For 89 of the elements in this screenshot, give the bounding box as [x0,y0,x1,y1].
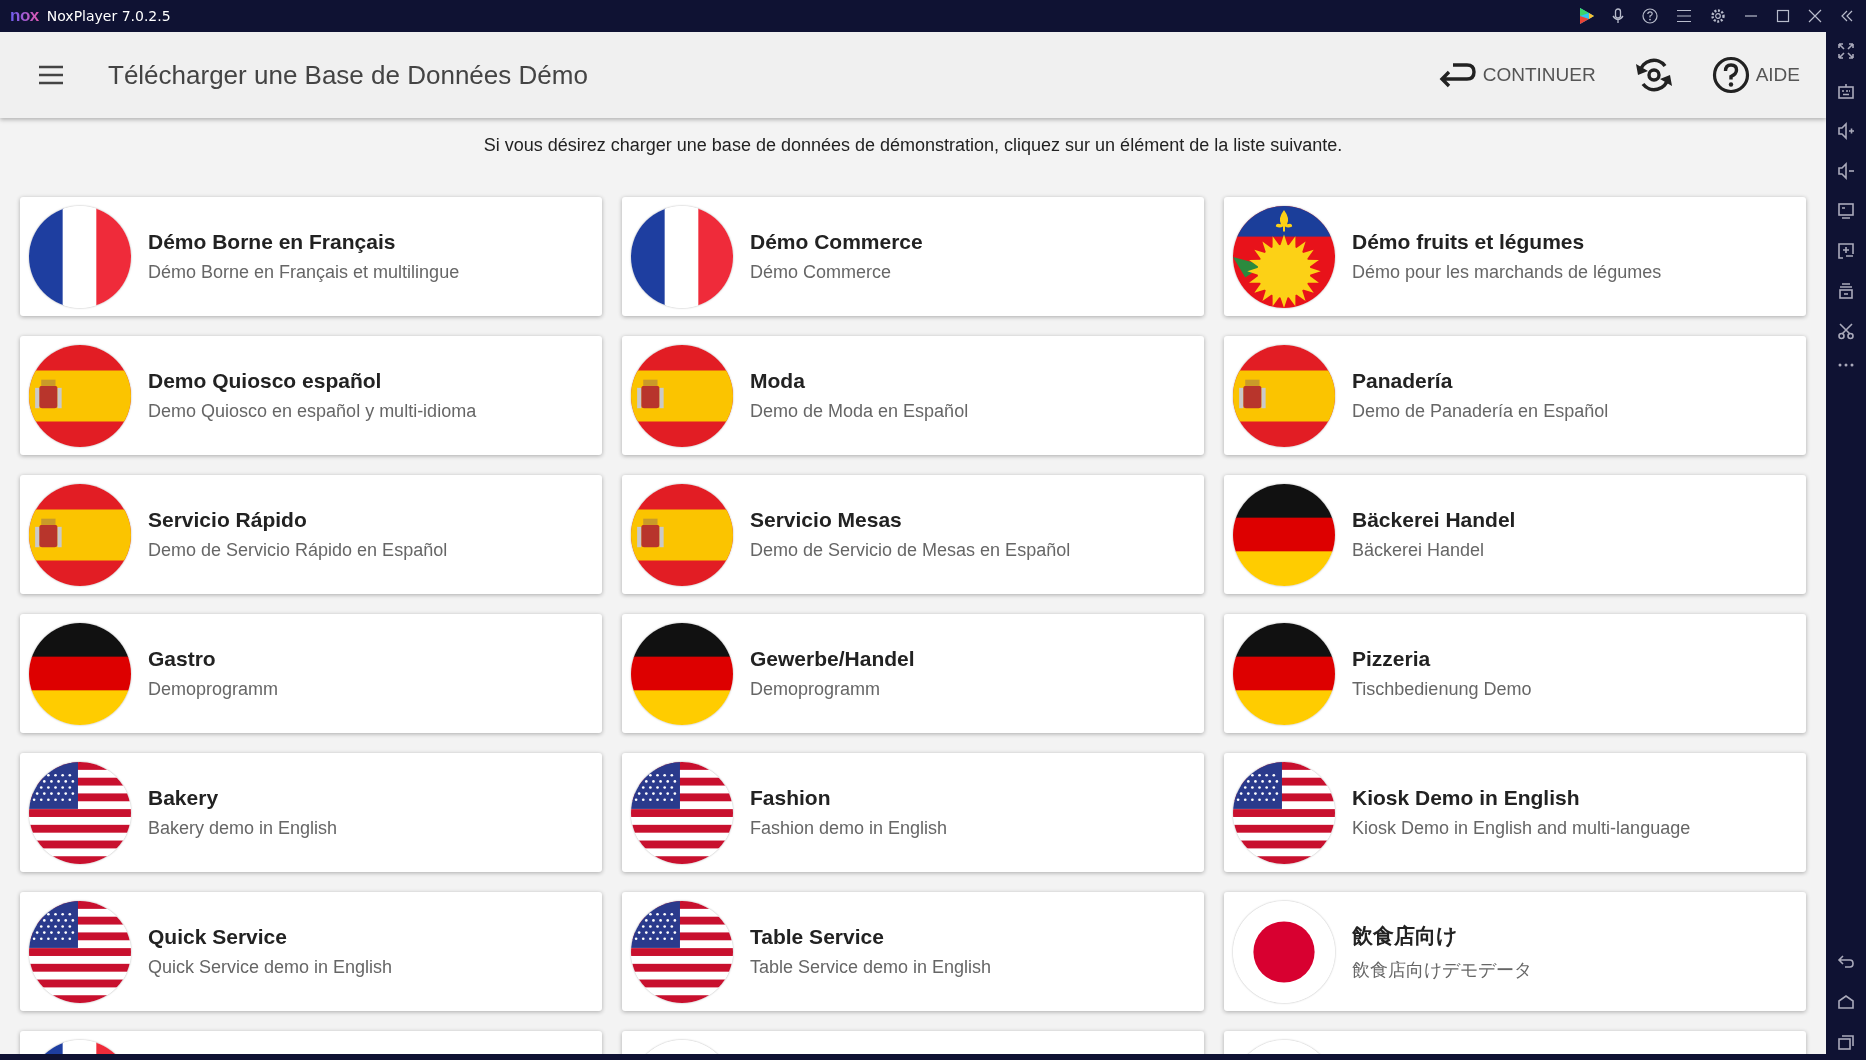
card-title: Gewerbe/Handel [750,647,915,671]
volume-up-icon[interactable] [1837,122,1855,140]
card-subtitle: Demo de Panadería en Español [1352,401,1609,422]
flag-icon [1233,483,1335,586]
card-title: Démo Borne en Français [148,230,397,254]
card-subtitle: Bakery demo in English [148,818,338,839]
page-title: Télécharger une Base de Données Démo [108,59,588,91]
card-subtitle: Kiosk Demo in English and multi-language [1352,818,1691,839]
sync-icon[interactable] [1633,56,1674,94]
card-title: Moda [750,369,806,393]
close-icon[interactable] [1808,9,1822,23]
scissors-icon[interactable] [1837,322,1855,340]
volume-down-icon[interactable] [1837,162,1855,180]
card-title: Quick Service [148,925,288,949]
card-title: Kiosk Demo in English [1352,786,1581,810]
card-subtitle: Demo de Servicio de Mesas en Español [750,540,1071,561]
card-title: Panadería [1352,369,1454,393]
card-title: Bäckerei Handel [1352,508,1516,532]
card-subtitle: Tischbedienung Demo [1352,679,1532,700]
keyboard-icon[interactable] [1837,82,1855,100]
card-subtitle: Demo Quiosco en español y multi-idioma [148,401,477,422]
card-title: Pizzeria [1352,647,1432,671]
help-button[interactable]: AIDE [1707,52,1804,98]
card-subtitle: 飲食店向けデモデータ [1352,958,1532,982]
demo-card[interactable]: Servicio Mesas Demo de Servicio de Mesas en Español [622,475,1204,594]
continue-button[interactable]: CONTINUER [1434,58,1600,92]
demo-card[interactable]: Panadería Demo de Panadería en Español [1224,336,1806,455]
demo-card[interactable]: Bakery Bakery demo in English [20,753,602,872]
flag-icon [29,622,131,725]
toolbox-icon[interactable] [1837,282,1855,300]
demo-card[interactable]: Gastro Demoprogramm [20,614,602,733]
microphone-icon[interactable] [1612,8,1624,24]
return-arrow-icon [1438,62,1477,88]
demo-card[interactable]: Quick Service Quick Service demo in English [20,892,602,1011]
instruction-text: Si vous désirez charger une base de données de démonstration, cliquez sur un élément de la liste suivante. [482,134,1344,157]
menu-icon[interactable] [38,65,64,85]
demo-card[interactable]: Démo fruits et légumes Démo pour les marchands de légumes [1224,197,1806,316]
card-subtitle: Demo de Moda en Español [750,401,969,422]
window-title: NoxPlayer 7.0.2.5 [46,8,171,24]
card-title: Démo Commerce [750,230,923,254]
card-title: Bakery [148,786,220,810]
demo-card[interactable]: Pizzeria Tischbedienung Demo [1224,614,1806,733]
demo-card[interactable]: 飲食店向け 飲食店向けデモデータ [1224,892,1806,1011]
card-subtitle: Quick Service demo in English [148,957,393,978]
demo-card[interactable]: Démo Borne en Français Démo Borne en Français et multilingue [20,197,602,316]
screen-icon[interactable] [1837,202,1855,220]
settings-icon[interactable] [1710,8,1726,24]
card-subtitle: Demoprogramm [148,679,279,700]
card-title: Servicio Rápido [148,508,308,532]
help-icon[interactable] [1642,8,1658,24]
more-icon[interactable] [1837,362,1855,368]
card-title: Gastro [148,647,217,671]
card-title: Démo fruits et légumes [1352,230,1586,254]
play-store-icon[interactable] [1580,8,1594,24]
home-icon[interactable] [1837,994,1855,1010]
card-subtitle: Bäckerei Handel [1352,540,1486,561]
card-subtitle: Démo Borne en Français et multilingue [148,262,460,283]
recent-apps-icon[interactable] [1837,1034,1855,1050]
demo-card[interactable]: Moda Demo de Moda en Español [622,336,1204,455]
menu-icon[interactable] [1676,9,1692,23]
demo-card[interactable]: Démo Commerce Démo Commerce [622,197,1204,316]
flag-icon [1233,622,1335,725]
flag-icon [631,622,733,725]
demo-card[interactable]: Demo Quiosco español Demo Quiosco en español y multi-idioma [20,336,602,455]
card-title: Fashion [750,786,832,810]
card-subtitle: Demo de Servicio Rápido en Español [148,540,448,561]
demo-card[interactable]: Table Service Table Service demo in English [622,892,1204,1011]
card-subtitle: Démo pour les marchands de légumes [1352,262,1662,283]
card-title: Servicio Mesas [750,508,903,532]
maximize-icon[interactable] [1776,9,1790,23]
card-title: Table Service [750,925,885,949]
collapse-icon[interactable] [1840,9,1854,23]
add-apk-icon[interactable] [1837,242,1855,260]
demo-card[interactable]: Fashion Fashion demo in English [622,753,1204,872]
card-subtitle: Démo Commerce [750,262,893,283]
card-subtitle: Fashion demo in English [750,818,948,839]
demo-card[interactable]: Bäckerei Handel Bäckerei Handel [1224,475,1806,594]
flag-icon [631,205,733,308]
card-title: Demo Quiosco español [148,369,383,393]
card-title: 飲食店向け [1352,922,1459,949]
fullscreen-icon[interactable] [1837,42,1855,60]
back-icon[interactable] [1837,954,1855,970]
help-icon [1711,56,1750,94]
card-subtitle: Demoprogramm [750,679,882,700]
demo-card[interactable]: Kiosk Demo in English Kiosk Demo in English and multi-language [1224,753,1806,872]
flag-icon [29,205,131,308]
card-subtitle: Table Service demo in English [750,957,992,978]
demo-card[interactable]: Gewerbe/Handel Demoprogramm [622,614,1204,733]
demo-card[interactable]: Servicio Rápido Demo de Servicio Rápido en Español [20,475,602,594]
